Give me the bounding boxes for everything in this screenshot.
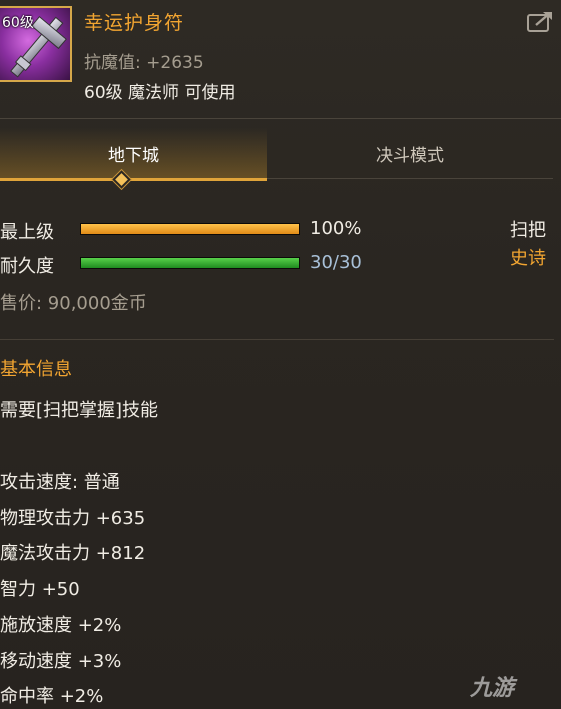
item-requirement: 60级 魔法师 可使用 <box>84 83 236 103</box>
grade-bar <box>80 223 300 235</box>
info-line: 需要[扫把掌握]技能 <box>0 400 159 421</box>
grade-label: 最上级 <box>0 222 54 243</box>
item-icon-frame: 60级 <box>0 6 72 82</box>
mode-tabs: 地下城 决斗模式 <box>0 118 561 194</box>
share-button[interactable] <box>526 10 554 34</box>
site-watermark: 九游 <box>470 676 515 701</box>
rarity-label: 史诗 <box>510 248 546 269</box>
section-divider <box>0 339 554 340</box>
grade-value: 100% <box>310 218 362 239</box>
item-tooltip-panel: 60级 幸运护身符 抗魔值: +2635 60级 魔法师 可使用 地下城 决斗模… <box>0 0 561 709</box>
tab-pvp[interactable]: 决斗模式 <box>267 128 553 179</box>
durability-value: 30/30 <box>310 252 362 273</box>
info-line: 命中率 +2% <box>0 686 104 707</box>
tabs-top-divider <box>0 118 561 119</box>
sell-price: 售价: 90,000金币 <box>0 293 147 314</box>
info-line: 移动速度 +3% <box>0 651 122 672</box>
item-level-badge: 60级 <box>2 15 34 31</box>
basic-info-title: 基本信息 <box>0 359 72 380</box>
item-magic-resist: 抗魔值: +2635 <box>84 53 204 73</box>
durability-bar-fill <box>81 258 299 268</box>
share-export-icon <box>527 12 552 32</box>
info-line: 智力 +50 <box>0 579 80 600</box>
info-line: 攻击速度: 普通 <box>0 472 120 493</box>
durability-bar <box>80 257 300 269</box>
durability-label: 耐久度 <box>0 256 54 277</box>
info-line: 施放速度 +2% <box>0 615 122 636</box>
grade-bar-fill <box>81 224 299 234</box>
tab-dungeon[interactable]: 地下城 <box>0 128 267 181</box>
item-name: 幸运护身符 <box>84 12 185 34</box>
info-line: 魔法攻击力 +812 <box>0 543 146 564</box>
weapon-type: 扫把 <box>510 220 546 241</box>
info-line: 物理攻击力 +635 <box>0 508 146 529</box>
